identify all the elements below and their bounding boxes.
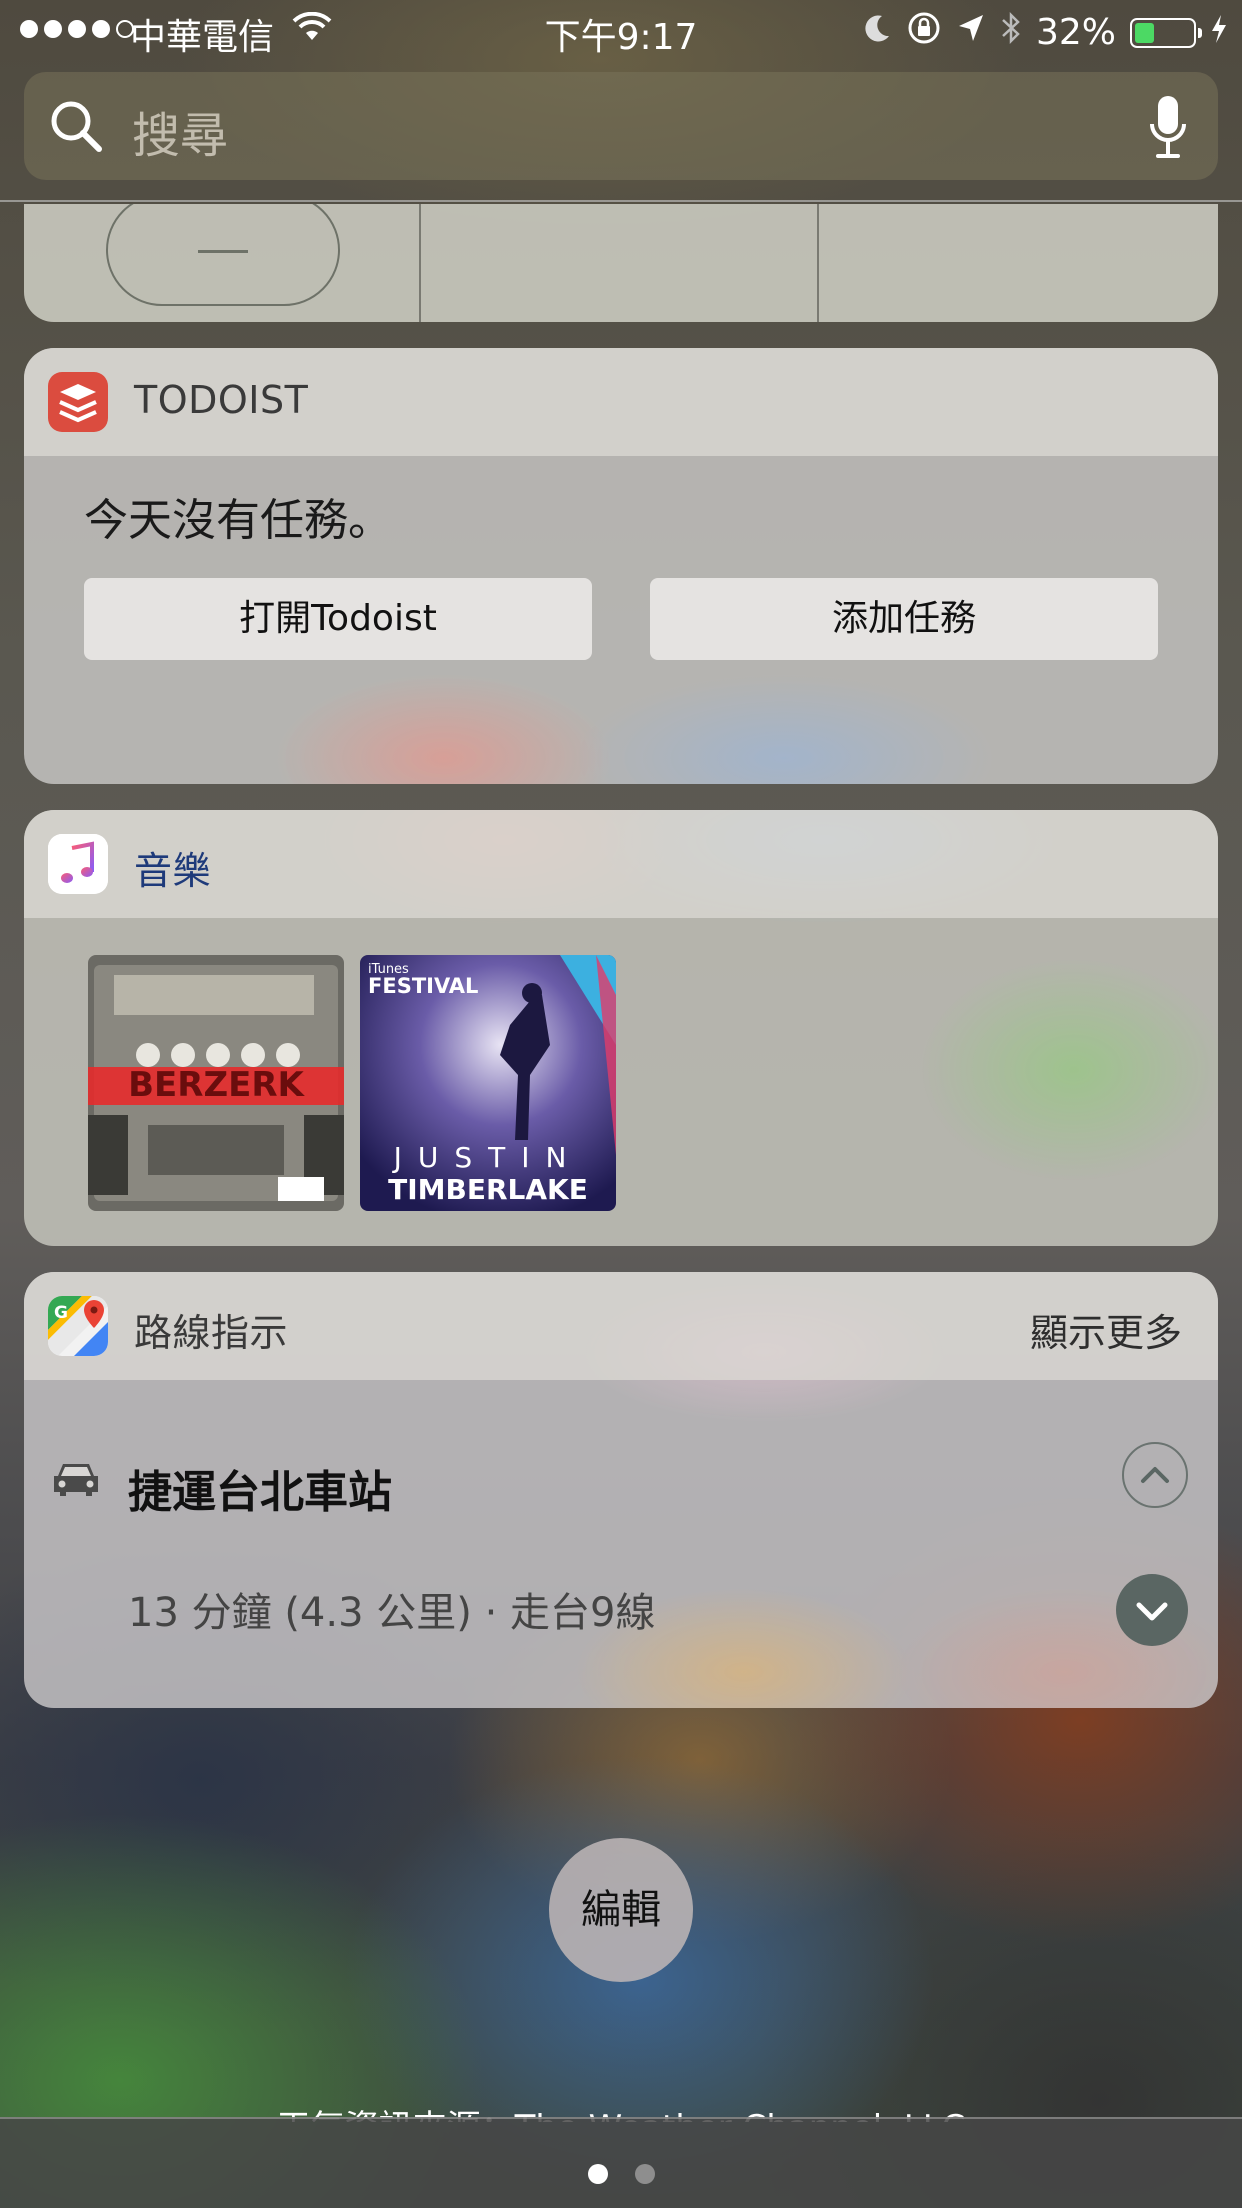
album-art-text: FESTIVAL bbox=[368, 974, 478, 998]
route-destination[interactable]: 捷運台北車站 bbox=[128, 1456, 392, 1520]
previous-route-button[interactable] bbox=[1122, 1442, 1188, 1508]
route-details: 13 分鐘 (4.3 公里) · 走台9線 bbox=[128, 1590, 656, 1636]
moon-icon bbox=[862, 12, 892, 53]
search-icon bbox=[46, 96, 106, 160]
music-widget-header[interactable]: 音樂 bbox=[24, 810, 1218, 918]
next-route-button[interactable] bbox=[1116, 1574, 1188, 1646]
svg-text:G: G bbox=[54, 1303, 68, 1323]
search-input[interactable]: 搜尋 bbox=[132, 96, 228, 166]
car-icon bbox=[52, 1458, 100, 1502]
empty-tasks-message: 今天沒有任務。 bbox=[84, 495, 392, 546]
orientation-lock-icon bbox=[906, 10, 942, 55]
charging-bolt-icon bbox=[1210, 12, 1228, 53]
microphone-icon[interactable] bbox=[1148, 94, 1188, 166]
widget-title: TODOIST bbox=[134, 378, 309, 422]
maps-widget-header[interactable]: G 路線指示 顯示更多 bbox=[24, 1272, 1218, 1380]
battery-icon bbox=[1130, 17, 1202, 48]
todoist-widget-header[interactable]: TODOIST bbox=[24, 348, 1218, 456]
calculator-widget-fragment bbox=[24, 204, 1218, 322]
show-more-link[interactable]: 顯示更多 bbox=[1030, 1302, 1182, 1357]
album-art-text: TIMBERLAKE bbox=[388, 1173, 588, 1206]
add-task-button[interactable]: 添加任務 bbox=[650, 578, 1158, 660]
page-indicator-bar bbox=[0, 2117, 1242, 2208]
todoist-widget: TODOIST 今天沒有任務。 打開Todoist 添加任務 bbox=[24, 348, 1218, 784]
edit-widgets-button[interactable]: 編輯 bbox=[549, 1838, 693, 1982]
page-dot[interactable] bbox=[635, 2164, 655, 2184]
album-art-text: JUSTIN bbox=[392, 1141, 583, 1174]
widget-title: 路線指示 bbox=[134, 1311, 289, 1355]
music-widget: 音樂 BERZERK iTunes FESTIVAL JUSTIN TIMBER… bbox=[24, 810, 1218, 1246]
album-art-text: BERZERK bbox=[128, 1065, 305, 1105]
google-maps-app-icon: G bbox=[48, 1296, 108, 1356]
todoist-app-icon bbox=[48, 372, 108, 432]
maps-directions-widget: G 路線指示 顯示更多 捷運台北車站 13 分鐘 (4.3 公里) · 走台9線 bbox=[24, 1272, 1218, 1708]
bluetooth-icon bbox=[1000, 10, 1022, 55]
open-todoist-button[interactable]: 打開Todoist bbox=[84, 578, 592, 660]
chevron-up-icon bbox=[1141, 1467, 1169, 1483]
music-app-icon bbox=[48, 834, 108, 894]
battery-percent: 32% bbox=[1035, 12, 1116, 53]
chevron-down-icon bbox=[1136, 1602, 1168, 1621]
divider bbox=[0, 200, 1242, 202]
divider bbox=[817, 204, 819, 322]
search-bar[interactable]: 搜尋 bbox=[24, 72, 1218, 180]
album-art-justin-timberlake[interactable]: iTunes FESTIVAL JUSTIN TIMBERLAKE bbox=[360, 955, 616, 1211]
album-art-berzerk[interactable]: BERZERK bbox=[88, 955, 344, 1211]
status-bar: 中華電信 下午9:17 32% bbox=[0, 0, 1242, 62]
minus-icon bbox=[198, 250, 248, 253]
minus-button[interactable] bbox=[106, 204, 340, 306]
divider bbox=[419, 204, 421, 322]
widget-title: 音樂 bbox=[134, 849, 212, 893]
location-arrow-icon bbox=[956, 12, 986, 53]
page-dot-current[interactable] bbox=[588, 2164, 608, 2184]
